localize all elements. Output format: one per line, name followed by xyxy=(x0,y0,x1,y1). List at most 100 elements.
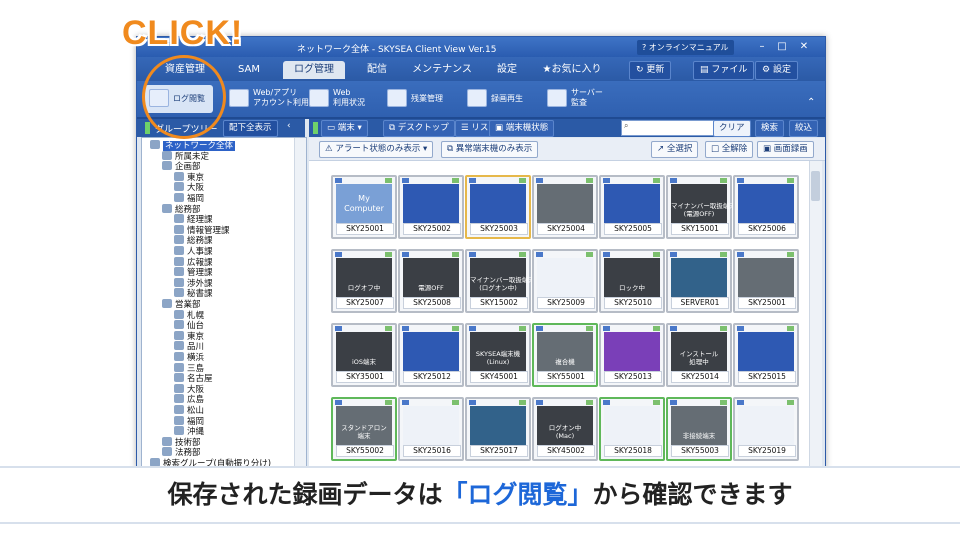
show-all-sub-button[interactable]: 配下全表示 xyxy=(223,120,278,137)
terminal-tile[interactable]: ロック中 SKY25010 xyxy=(599,249,665,313)
terminal-tile[interactable]: マイナンバー取扱端末 (ログオン中) SKY15002 xyxy=(465,249,535,313)
recording-playback-button[interactable]: 録画再生 xyxy=(467,85,529,113)
tree-node[interactable]: 東京 xyxy=(174,330,204,342)
tree-node[interactable]: 所属未定 xyxy=(162,150,209,162)
overtime-button[interactable]: 残業管理 xyxy=(387,85,449,113)
server-audit-button[interactable]: サーバー 監査 xyxy=(547,85,609,113)
tree-node[interactable]: 企画部 xyxy=(162,161,201,172)
terminal-tile[interactable]: SKY25019 xyxy=(733,397,799,461)
tree-node[interactable]: 福岡 xyxy=(174,193,204,204)
tree-node[interactable]: 東京 xyxy=(174,171,204,183)
clear-button[interactable]: クリア xyxy=(713,120,751,137)
terminal-tile[interactable]: SKY25005 xyxy=(599,175,665,239)
terminal-tile[interactable]: ログオン中 (Mac) SKY45002 xyxy=(532,397,598,461)
tree-scrollbar[interactable] xyxy=(294,138,306,469)
settings-button[interactable]: ⚙ 設定 xyxy=(755,61,798,80)
tree-node[interactable]: 品川 xyxy=(174,341,204,352)
terminal-tile[interactable]: 非接続端末 SKY55003 xyxy=(666,397,732,461)
status-badge xyxy=(536,178,543,183)
web-usage-button[interactable]: Web 利用状況 xyxy=(309,85,369,113)
terminal-tile[interactable]: SKYSEA端末機 (Linux) SKY45001 xyxy=(465,323,531,387)
terminal-tile[interactable]: マイナンバー取扱端末 (電源OFF) SKY15001 xyxy=(666,175,736,239)
terminal-dropdown[interactable]: ▭ 端末 ▾ xyxy=(321,120,368,137)
tree-node[interactable]: 横浜 xyxy=(174,352,204,363)
tree-node[interactable]: 渉外課 xyxy=(174,277,213,289)
terminal-tile[interactable]: SKY25013 xyxy=(599,323,665,387)
tree-node[interactable]: ネットワーク全体 xyxy=(150,140,236,151)
terminal-state-button[interactable]: ▣ 端末機状態 xyxy=(489,120,555,137)
terminal-tile[interactable]: My Computer SKY25001 xyxy=(331,175,397,239)
grid-scroll-thumb[interactable] xyxy=(811,171,820,201)
refresh-button[interactable]: ↻ 更新 xyxy=(629,61,672,80)
terminal-tile[interactable]: SKY25002 xyxy=(398,175,464,239)
terminal-tile[interactable]: インストール 処理中 SKY25014 xyxy=(666,323,732,387)
terminal-tile[interactable]: SKY25006 xyxy=(733,175,799,239)
web-app-account-button[interactable]: Web/アプリ アカウント利用状況 xyxy=(229,85,325,113)
terminal-tile[interactable]: SKY25003 xyxy=(465,175,531,239)
terminal-tile[interactable]: SKY25015 xyxy=(733,323,799,387)
minimize-icon[interactable]: – xyxy=(753,39,771,55)
terminal-tile[interactable]: SKY25001 xyxy=(733,249,799,313)
terminal-tile[interactable]: SKY25009 xyxy=(532,249,598,313)
tree-node[interactable]: 福岡 xyxy=(174,415,204,427)
tab-settings[interactable]: 設定 xyxy=(487,61,527,79)
collapse-ribbon-icon[interactable]: ⌃ xyxy=(807,97,815,108)
terminal-tile[interactable]: SKY25016 xyxy=(398,397,464,461)
tree-node[interactable]: 名古屋 xyxy=(174,373,213,384)
group-icon xyxy=(174,277,184,287)
tree-node[interactable]: 総務課 xyxy=(174,235,213,246)
alert-only-button[interactable]: ⚠ アラート状態のみ表示 ▾ xyxy=(319,141,434,158)
terminal-tile[interactable]: iOS端末 SKY35001 xyxy=(331,323,397,387)
abnormal-only-button[interactable]: ⧉ 異常端末機のみ表示 xyxy=(441,141,539,158)
terminal-tile[interactable]: スタンドアロン 端末 SKY55002 xyxy=(331,397,397,461)
tree-node[interactable]: 管理課 xyxy=(174,267,213,278)
tree-node[interactable]: 情報管理課 xyxy=(174,224,230,236)
tree-node[interactable]: 札幌 xyxy=(174,309,204,321)
maximize-icon[interactable]: □ xyxy=(773,39,791,55)
tab-log[interactable]: ログ管理 xyxy=(283,61,345,79)
tab-favorites[interactable]: ★お気に入り xyxy=(537,61,607,79)
tab-maintenance[interactable]: メンテナンス xyxy=(409,61,475,79)
tree-node[interactable]: 広報課 xyxy=(174,256,213,268)
online-manual-button[interactable]: ? オンラインマニュアル xyxy=(637,40,734,55)
terminal-tile[interactable]: SKY25012 xyxy=(398,323,464,387)
power-badge xyxy=(787,252,794,257)
tree-node[interactable]: 仙台 xyxy=(174,320,204,331)
filter-button[interactable]: 絞込 xyxy=(789,120,819,137)
tab-sam[interactable]: SAM xyxy=(229,61,269,79)
deselect-all-button[interactable]: □ 全解除 xyxy=(705,141,754,158)
tree-node[interactable]: 経理課 xyxy=(174,214,213,225)
terminal-tile[interactable]: SERVER01 xyxy=(666,249,732,313)
tree-node[interactable]: 技術部 xyxy=(162,436,201,448)
terminal-tile[interactable]: SKY25017 xyxy=(465,397,531,461)
tree-node[interactable]: 松山 xyxy=(174,405,204,416)
tab-deliver[interactable]: 配信 xyxy=(357,61,397,79)
tree-node[interactable]: 営業部 xyxy=(162,299,201,310)
screen-record-button[interactable]: ▣ 画面録画 xyxy=(757,141,814,158)
tree-node[interactable]: 沖縄 xyxy=(174,426,204,437)
collapse-panel-icon[interactable]: ‹ xyxy=(287,121,291,131)
terminal-tile[interactable]: ログオフ中 SKY25007 xyxy=(331,249,397,313)
close-icon[interactable]: ✕ xyxy=(795,39,813,55)
terminal-name: SKY45002 xyxy=(537,445,595,457)
tree-node[interactable]: 広島 xyxy=(174,394,204,405)
terminal-tile[interactable]: SKY25004 xyxy=(532,175,598,239)
select-all-button[interactable]: ↗ 全選択 xyxy=(651,141,699,158)
tree-node[interactable]: 人事課 xyxy=(174,246,213,257)
tree-node[interactable]: 三島 xyxy=(174,362,204,374)
tree-node[interactable]: 大阪 xyxy=(174,182,204,193)
power-badge xyxy=(452,400,459,405)
tree-node[interactable]: 大阪 xyxy=(174,383,204,395)
terminal-tile[interactable]: 複合機 SKY55001 xyxy=(532,323,598,387)
tree-node[interactable]: 法務部 xyxy=(162,447,201,458)
power-badge xyxy=(519,178,526,183)
search-button[interactable]: 検索 xyxy=(755,120,785,137)
tree-node[interactable]: 総務部 xyxy=(162,203,201,215)
tree-node[interactable]: 秘書課 xyxy=(174,288,213,299)
app-window: ネットワーク全体 - SKYSEA Client View Ver.15 ? オ… xyxy=(136,36,826,470)
file-button[interactable]: ▤ ファイル xyxy=(693,61,755,80)
terminal-tile[interactable]: SKY25018 xyxy=(599,397,665,461)
terminal-tile[interactable]: 電源OFF SKY25008 xyxy=(398,249,464,313)
grid-scrollbar[interactable] xyxy=(809,161,822,469)
desktop-button[interactable]: ⧉ デスクトップ xyxy=(383,120,455,137)
